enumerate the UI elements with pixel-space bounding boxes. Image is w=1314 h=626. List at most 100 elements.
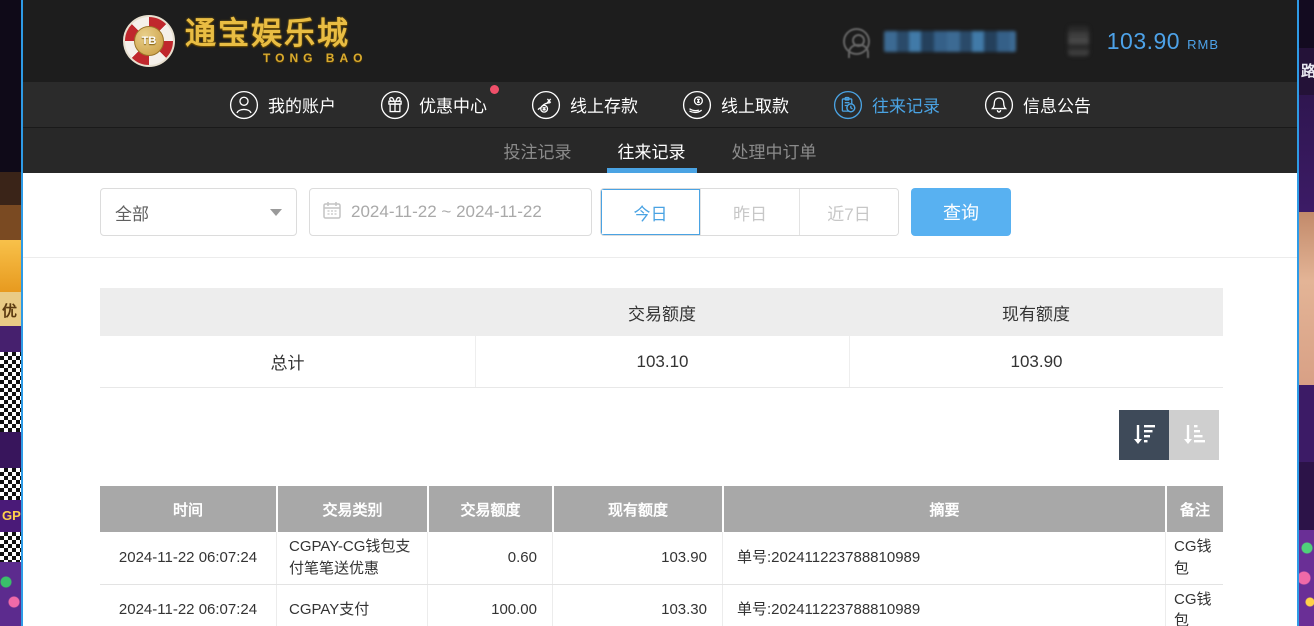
cell-time: 2024-11-22 06:07:24	[100, 585, 276, 626]
query-button[interactable]: 查询	[911, 188, 1011, 236]
summary-header-balance: 现有额度	[849, 288, 1223, 336]
left-bg-banner: 优	[0, 292, 21, 326]
left-bg-dark	[0, 0, 21, 172]
logo-text: 通宝娱乐城 TONG BAO	[185, 18, 367, 64]
nav-item-label: 信息公告	[1023, 92, 1091, 117]
nav-item-my-account[interactable]: 我的账户	[229, 90, 336, 120]
site-logo[interactable]: TB 通宝娱乐城 TONG BAO	[123, 15, 367, 67]
balance-value: 103.90	[1107, 28, 1180, 55]
main-nav: 我的账户 优惠中心 线上存款 线上取款 往来记录 信息公告	[23, 82, 1297, 127]
summary-total-row: 总计 103.10 103.90	[100, 336, 1223, 388]
filter-row: 全部 2024-11-22 ~ 2024-11-22 今日 昨日 近7日 查询	[100, 188, 1219, 236]
left-qr-code-1	[0, 352, 21, 432]
summary-total-label: 总计	[100, 336, 475, 387]
today-button[interactable]: 今日	[601, 189, 700, 235]
summary-total-balance: 103.90	[849, 336, 1223, 387]
content-area: 全部 2024-11-22 ~ 2024-11-22 今日 昨日 近7日 查询	[23, 173, 1297, 626]
sort-ascending-button[interactable]	[1169, 410, 1219, 460]
left-gp-text: GP	[2, 508, 21, 523]
col-header-note: 备注	[1165, 486, 1223, 532]
nav-item-label: 线上存款	[570, 92, 638, 117]
quick-date-buttons: 今日 昨日 近7日	[600, 188, 899, 236]
tab-label: 投注记录	[504, 138, 572, 163]
left-qr-code-2	[0, 468, 21, 500]
calendar-icon	[322, 200, 342, 225]
cell-time: 2024-11-22 06:07:24	[100, 532, 276, 584]
sort-descending-icon	[1130, 421, 1158, 449]
tab-transaction-records[interactable]: 往来记录	[615, 128, 689, 173]
top-header: TB 通宝娱乐城 TONG BAO 103.90 RMB	[23, 0, 1297, 82]
col-header-balance: 现有额度	[552, 486, 722, 532]
right-bg-candy	[1299, 530, 1314, 626]
withdraw-icon	[682, 90, 712, 120]
left-bg-candy	[0, 562, 21, 626]
right-bg-purple-2	[1299, 385, 1314, 462]
col-header-amount: 交易额度	[427, 486, 552, 532]
bell-icon	[984, 90, 1014, 120]
gift-icon	[380, 90, 410, 120]
last7days-button[interactable]: 近7日	[799, 189, 898, 235]
table-row: 2024-11-22 06:07:24 CGPAY支付 100.00 103.3…	[100, 585, 1223, 626]
left-bg-purple-1	[0, 326, 21, 352]
table-row: 2024-11-22 06:07:24 CGPAY-CG钱包支付笔笔送优惠 0.…	[100, 532, 1223, 585]
right-bg-photo	[1299, 212, 1314, 385]
cell-note: CG钱包	[1165, 532, 1223, 584]
col-header-type: 交易类别	[276, 486, 427, 532]
cell-amount: 100.00	[427, 585, 552, 626]
user-avatar-icon	[843, 28, 870, 55]
right-top-text: 路	[1301, 60, 1314, 81]
deposit-icon	[531, 90, 561, 120]
cell-amount: 0.60	[427, 532, 552, 584]
left-bg-brown	[0, 205, 21, 240]
type-select-dropdown[interactable]: 全部	[100, 188, 297, 236]
left-background-strip: 优 GP	[0, 0, 21, 626]
logo-subtitle: TONG BAO	[263, 52, 367, 64]
sort-descending-button[interactable]	[1119, 410, 1169, 460]
nav-item-promotions[interactable]: 优惠中心	[380, 90, 487, 120]
balance-currency: RMB	[1187, 30, 1219, 52]
date-range-value: 2024-11-22 ~ 2024-11-22	[351, 202, 542, 222]
summary-header-empty	[100, 288, 475, 336]
tab-pending-orders[interactable]: 处理中订单	[729, 128, 820, 173]
yesterday-button[interactable]: 昨日	[700, 189, 799, 235]
nav-item-label: 往来记录	[872, 92, 940, 117]
cell-type: CGPAY支付	[276, 585, 427, 626]
tab-label: 处理中订单	[732, 138, 817, 163]
section-divider	[23, 257, 1297, 258]
tab-bet-records[interactable]: 投注记录	[501, 128, 575, 173]
left-bg-brown-dark	[0, 172, 21, 205]
notification-dot	[490, 85, 499, 94]
summary-header-transaction: 交易额度	[475, 288, 849, 336]
col-header-time: 时间	[100, 486, 276, 532]
records-table: 时间 交易类别 交易额度 现有额度 摘要 备注 2024-11-22 06:07…	[100, 486, 1223, 626]
left-bg-gold-coin	[0, 240, 21, 292]
col-header-summary: 摘要	[722, 486, 1165, 532]
user-info[interactable]: 103.90 RMB	[843, 26, 1219, 56]
cell-balance: 103.90	[552, 532, 722, 584]
left-qr-code-3	[0, 532, 21, 562]
poker-chip-icon: TB	[123, 15, 175, 67]
nav-item-transaction-records[interactable]: 往来记录	[833, 90, 940, 120]
right-bg-nav-text: 路	[1299, 48, 1314, 95]
left-bg-purple-2	[0, 432, 21, 468]
cell-note: CG钱包	[1165, 585, 1223, 626]
right-bg-purple-3	[1299, 462, 1314, 530]
right-background-strip: 路	[1299, 0, 1314, 626]
nav-item-label: 我的账户	[268, 92, 336, 117]
right-bg-dark	[1299, 0, 1314, 48]
summary-header-row: 交易额度 现有额度	[100, 288, 1223, 336]
blurred-wallet-icon	[1068, 26, 1089, 56]
nav-item-deposit[interactable]: 线上存款	[531, 90, 638, 120]
user-icon	[229, 90, 259, 120]
records-icon	[833, 90, 863, 120]
summary-total-transaction: 103.10	[475, 336, 849, 387]
tab-label: 往来记录	[618, 138, 686, 163]
cell-type: CGPAY-CG钱包支付笔笔送优惠	[276, 532, 427, 584]
date-range-picker[interactable]: 2024-11-22 ~ 2024-11-22	[309, 188, 592, 236]
nav-item-withdraw[interactable]: 线上取款	[682, 90, 789, 120]
nav-item-label: 优惠中心	[419, 92, 487, 117]
sort-ascending-icon	[1180, 421, 1208, 449]
nav-item-announcements[interactable]: 信息公告	[984, 90, 1091, 120]
chevron-down-icon	[270, 209, 282, 216]
subtab-bar: 投注记录 往来记录 处理中订单	[23, 127, 1297, 173]
